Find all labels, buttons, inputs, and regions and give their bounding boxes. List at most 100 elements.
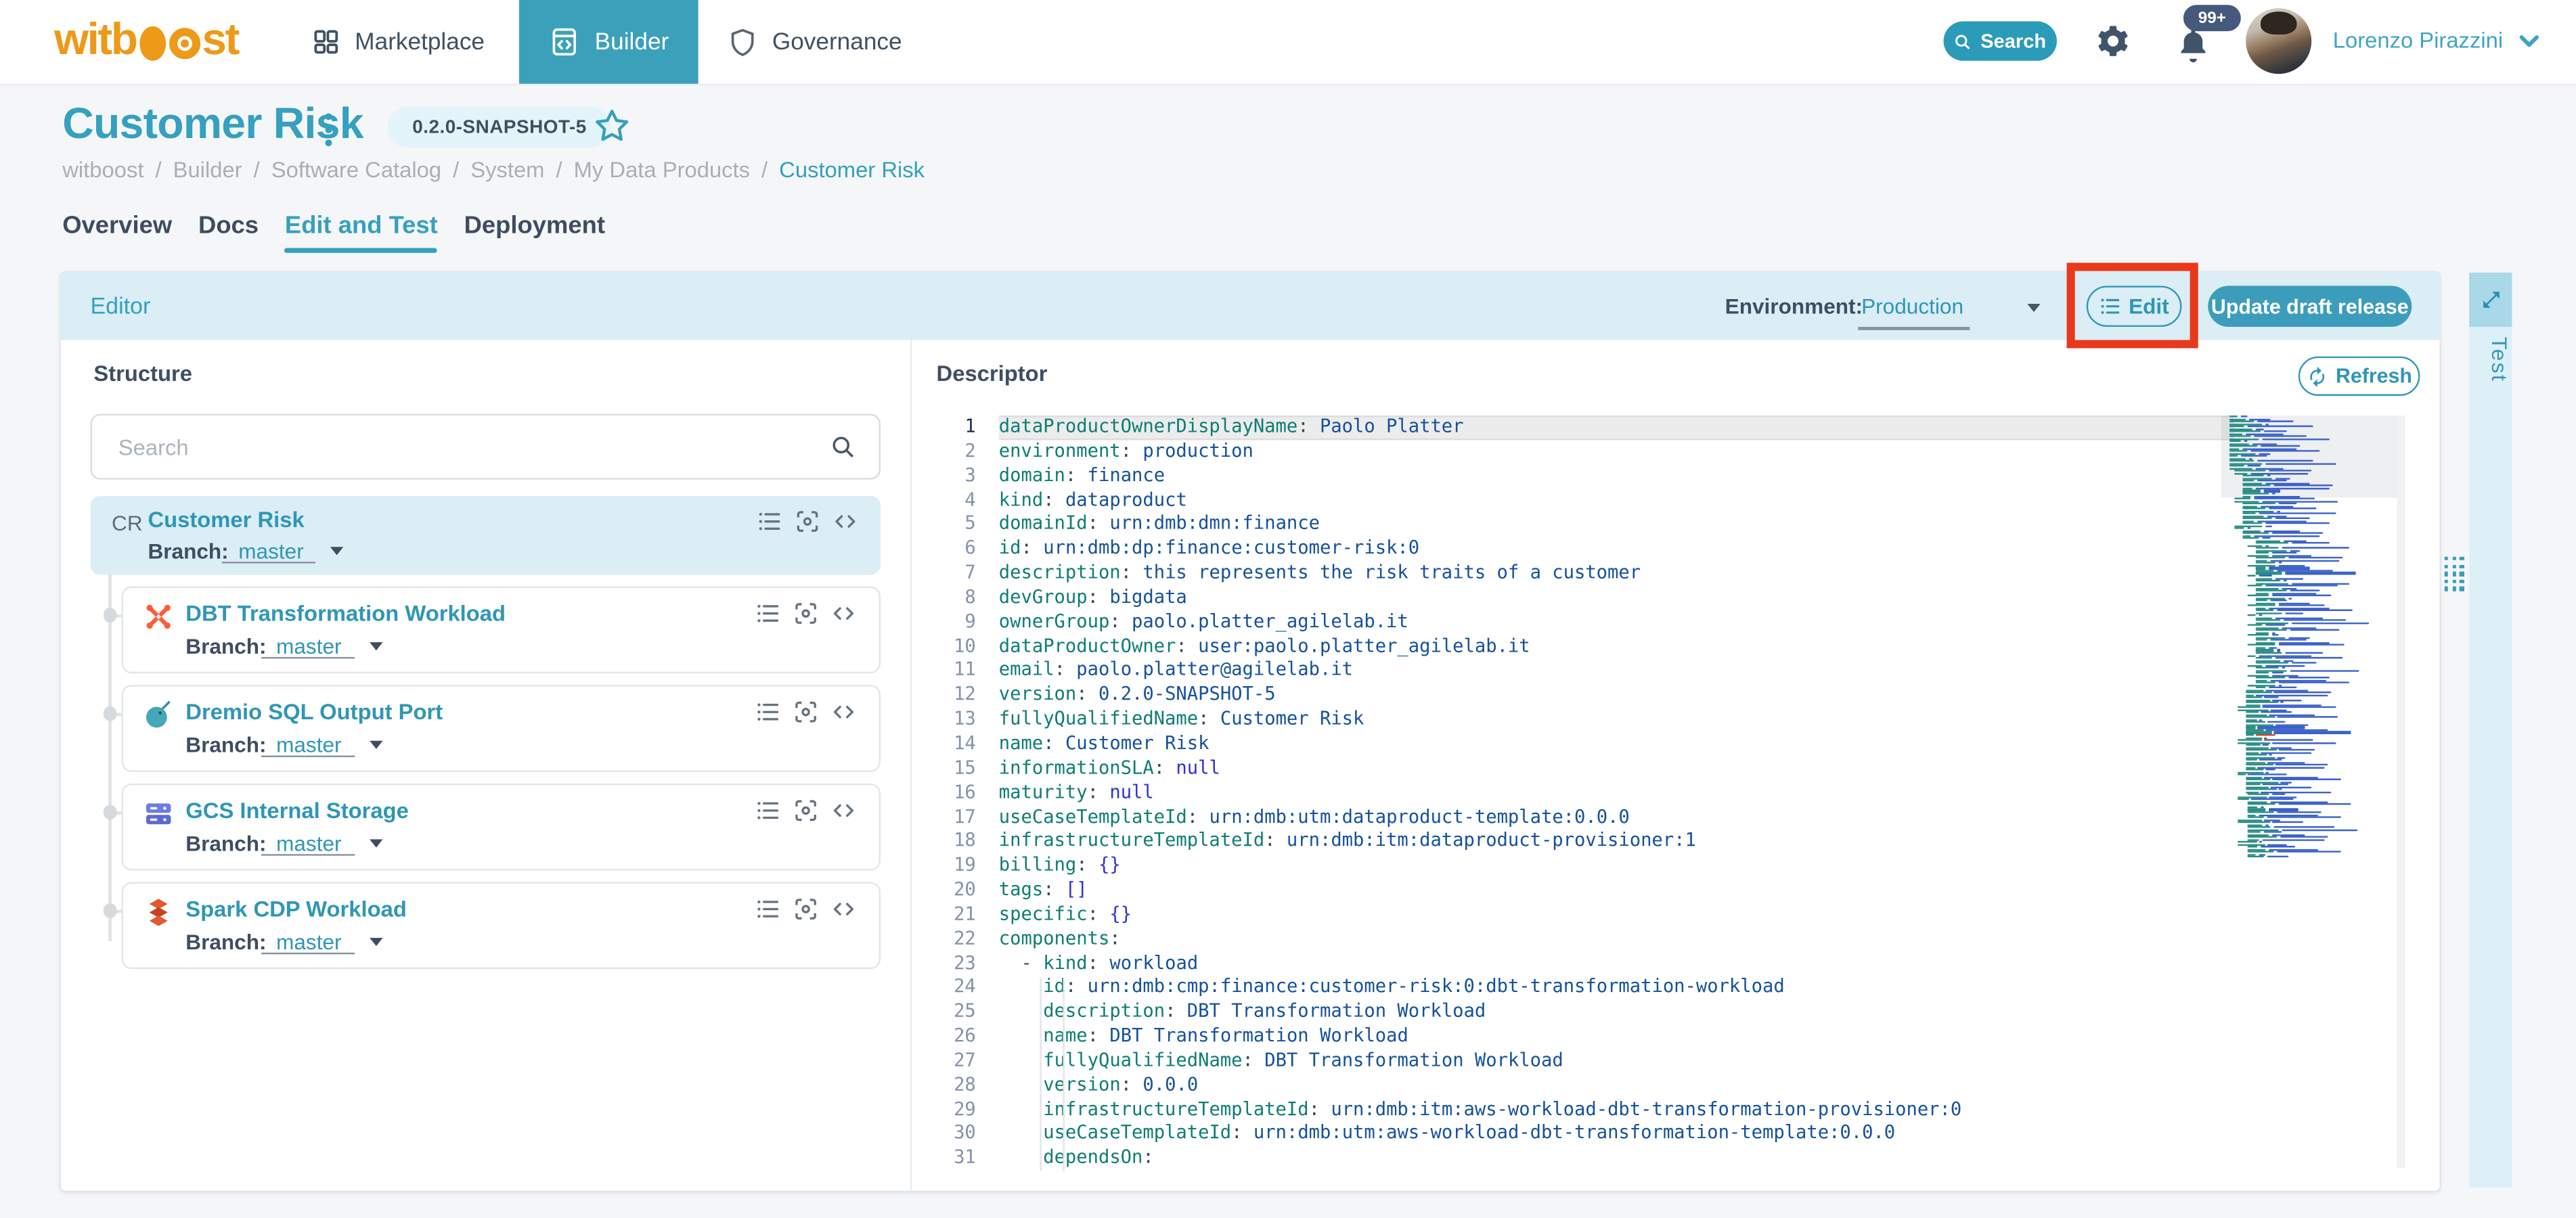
component-card-actions [756,897,856,921]
global-search-button[interactable]: Search [1943,21,2057,61]
user-menu-chevron-down-icon[interactable] [2518,33,2540,49]
refresh-button[interactable]: Refresh [2298,356,2420,396]
tab-docs[interactable]: Docs [198,212,259,253]
nav-label: Builder [594,28,669,55]
code-line-24: 24 id: urn:dmb:cmp:finance:customer-risk:… [954,976,1785,998]
code-icon[interactable] [831,601,856,625]
nav-item-governance[interactable]: Governance [728,0,902,84]
component-card-spark-cdp-workload[interactable]: Spark CDP Workload Branch: master [121,882,881,970]
dbt-logo-icon [143,601,174,632]
breadcrumb: witboost / Builder / Software Catalog / Sys… [62,158,925,183]
code-icon[interactable] [831,798,856,823]
component-card-dbt-transformation-workload[interactable]: DBT Transformation Workload Branch: master [121,586,881,674]
breadcrumb-link[interactable]: witboost [62,158,143,182]
branch-underline [261,656,355,659]
code-line-30: 30 useCaseTemplateId: urn:dmb:utm:aws-wor… [954,1122,1896,1144]
branch-caret-icon[interactable] [370,642,383,651]
branch-select[interactable]: master [238,539,303,563]
tab-deployment[interactable]: Deployment [464,212,605,253]
expand-test-drawer-button[interactable] [2469,272,2512,328]
notification-count-badge: 99+ [2183,5,2241,32]
component-card-gcs-internal-storage[interactable]: GCS Internal Storage Branch: master [121,783,881,871]
details-list-icon[interactable] [756,601,780,625]
component-card-actions [756,798,856,823]
code-icon[interactable] [831,700,856,724]
nav-label: Marketplace [355,28,485,55]
witboost-logo[interactable]: witb st [54,15,240,66]
yaml-code-editor[interactable]: 1 dataProductOwnerDisplayName: Paolo Plat… [920,415,2235,1171]
app-root: witb st Marketplace Builder Governance S… [0,0,2576,1218]
title-kebab-menu-icon[interactable] [325,113,332,154]
breadcrumb-current: Customer Risk [779,158,925,183]
breadcrumb-link[interactable]: Builder [173,158,242,182]
tree-node-dot [102,608,117,622]
code-line-4: 4 kind: dataproduct [964,489,1187,510]
component-card-actions [756,601,856,625]
code-line-26: 26 name: DBT Transformation Workload [954,1024,1408,1047]
branch-select[interactable]: master [276,831,341,855]
code-line-9: 9 ownerGroup: paolo.platter_agilelab.it [964,610,1408,632]
tree-node-dot [102,706,117,721]
environment-select-underline [1858,327,1970,330]
logo-o-filled-icon [139,25,166,60]
details-list-icon[interactable] [756,798,780,823]
favorite-star-icon[interactable] [593,107,631,145]
breadcrumb-link[interactable]: My Data Products [574,158,750,182]
details-list-icon[interactable] [756,700,780,724]
user-avatar[interactable] [2246,8,2312,74]
branch-row: Branch: master [185,929,342,955]
branch-caret-icon[interactable] [370,740,383,749]
component-card-actions [756,700,856,724]
focus-target-icon[interactable] [793,601,818,625]
update-draft-release-button[interactable]: Update draft release [2208,286,2412,328]
branch-select[interactable]: master [276,733,341,757]
branch-row: Branch: master [185,732,342,757]
details-list-icon[interactable] [756,897,780,921]
test-tab-label[interactable]: Test [2469,337,2512,383]
code-icon[interactable] [833,509,858,533]
code-line-11: 11 email: paolo.platter@agilelab.it [954,659,1354,681]
test-drawer-strip [2469,272,2512,1188]
component-card-dremio-sql-output-port[interactable]: Dremio SQL Output Port Branch: master [121,685,881,772]
branch-select[interactable]: master [276,930,341,954]
focus-target-icon[interactable] [793,897,818,921]
code-icon[interactable] [831,897,856,921]
code-minimap[interactable] [2226,415,2394,892]
tab-overview[interactable]: Overview [62,212,172,253]
code-line-2: 2 environment: production [964,440,1253,461]
focus-target-icon[interactable] [793,700,818,724]
tab-edit-and-test[interactable]: Edit and Test [284,212,438,253]
annotation-highlight-box [2066,263,2198,348]
builder-code-window-icon [549,26,580,58]
nav-item-builder[interactable]: Builder [519,0,698,84]
code-scrollbar[interactable] [2397,415,2405,1168]
branch-row: Branch: master [185,633,342,659]
focus-target-icon[interactable] [793,798,818,823]
code-line-28: 28 version: 0.0.0 [954,1073,1199,1096]
environment-select[interactable]: Production [1861,294,1963,318]
code-line-1: 1 dataProductOwnerDisplayName: Paolo Plat… [920,415,2235,441]
environment-caret-icon[interactable] [2027,304,2041,313]
indent-guide [1062,977,1064,1171]
details-list-icon[interactable] [757,509,782,533]
structure-root-card[interactable]: CR Customer Risk Branch: master [90,496,881,575]
code-line-23: 23- kind: workload [954,951,1199,974]
component-name: DBT Transformation Workload [185,601,506,626]
branch-select[interactable]: master [276,634,341,658]
structure-search-input[interactable] [114,432,814,461]
code-line-19: 19 billing: {} [954,854,1121,876]
user-name[interactable]: Lorenzo Pirazzini [2333,28,2503,52]
nav-item-marketplace[interactable]: Marketplace [312,0,485,84]
breadcrumb-link[interactable]: System [470,158,544,182]
branch-caret-icon[interactable] [370,937,383,947]
settings-gear-icon[interactable] [2093,23,2129,59]
focus-target-icon[interactable] [795,509,820,533]
tree-connector [108,574,111,941]
branch-caret-icon[interactable] [330,547,344,556]
branch-caret-icon[interactable] [370,839,383,848]
version-badge: 0.2.0-SNAPSHOT-5 [387,106,612,148]
tree-node-dot [102,805,117,819]
drawer-drag-handle[interactable] [2444,556,2466,591]
breadcrumb-link[interactable]: Software Catalog [271,158,441,182]
branch-row: Branch: master [148,539,304,564]
